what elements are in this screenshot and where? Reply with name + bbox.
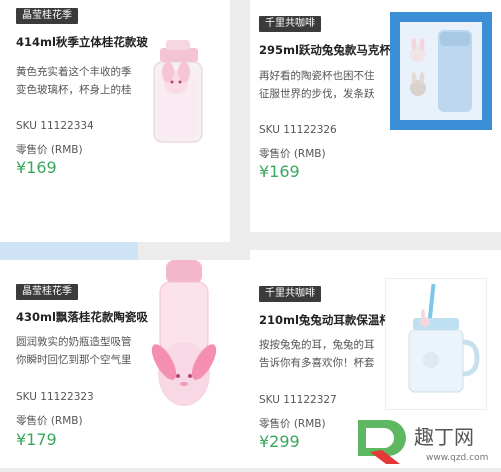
product-title: 414ml秋季立体桂花款玻 <box>16 35 148 49</box>
product-description-line: 圆润敦实的奶瓶造型吸管 <box>16 336 132 348</box>
product-price: ¥179 <box>16 430 57 449</box>
price-label: 零售价 (RMB) <box>16 144 83 156</box>
product-title: 430ml飘落桂花款陶瓷吸 <box>16 310 148 324</box>
product-sku: SKU 11122327 <box>259 394 337 406</box>
product-title: 210ml兔兔动耳款保温杯 <box>259 313 391 327</box>
watermark-logo: 趣丁网 www.qzd.com <box>358 420 488 464</box>
product-description-line: 告诉你有多喜欢你！杯套 <box>259 357 375 369</box>
site-watermark: 趣丁网 www.qzd.com <box>352 410 501 468</box>
product-price: ¥169 <box>259 162 300 181</box>
svg-text:www.qzd.com: www.qzd.com <box>426 453 488 463</box>
collection-tag: 千里共咖啡 <box>259 16 321 32</box>
product-sku: SKU 11122323 <box>16 391 94 403</box>
product-description-line: 变色玻璃杯，杯身上的桂 <box>16 84 132 96</box>
svg-text:趣丁网: 趣丁网 <box>414 425 474 449</box>
product-title: 295ml跃动兔兔款马克杯 <box>259 43 391 57</box>
product-image-gift-box <box>390 12 492 130</box>
price-label: 零售价 (RMB) <box>259 418 326 430</box>
product-card[interactable]: 晶莹桂花季 430ml飘落桂花款陶瓷吸 圆润敦实的奶瓶造型吸管 你瞬时回忆到那个… <box>0 234 250 468</box>
product-description-line: 按按兔兔的耳，兔兔的耳 <box>259 339 375 351</box>
product-card[interactable]: 晶莹桂花季 414ml秋季立体桂花款玻 黄色充实着这个丰收的季 变色玻璃杯，杯身… <box>0 0 250 234</box>
price-label: 零售价 (RMB) <box>16 415 83 427</box>
product-sku: SKU 11122326 <box>259 124 337 136</box>
product-price: ¥299 <box>259 432 300 451</box>
product-image-pink-bottle <box>138 254 230 434</box>
product-description-line: 你瞬时回忆到那个空气里 <box>16 354 132 366</box>
price-label: 零售价 (RMB) <box>259 148 326 160</box>
product-price: ¥169 <box>16 158 57 177</box>
collection-tag: 晶莹桂花季 <box>16 8 78 24</box>
collection-tag: 晶莹桂花季 <box>16 284 78 300</box>
product-card[interactable]: 千里共咖啡 295ml跃动兔兔款马克杯 再好看的陶瓷杯也困不住 征服世界的步伐，… <box>250 0 500 234</box>
product-image-mason-jar <box>384 277 488 411</box>
product-description-line: 征服世界的步伐，发条跃 <box>259 88 375 100</box>
product-description-line: 黄色充实着这个丰收的季 <box>16 66 132 78</box>
product-sku: SKU 11122334 <box>16 120 94 132</box>
product-description-line: 再好看的陶瓷杯也困不住 <box>259 70 375 82</box>
product-image-glass-bottle <box>140 34 220 154</box>
collection-tag: 千里共咖啡 <box>259 286 321 302</box>
